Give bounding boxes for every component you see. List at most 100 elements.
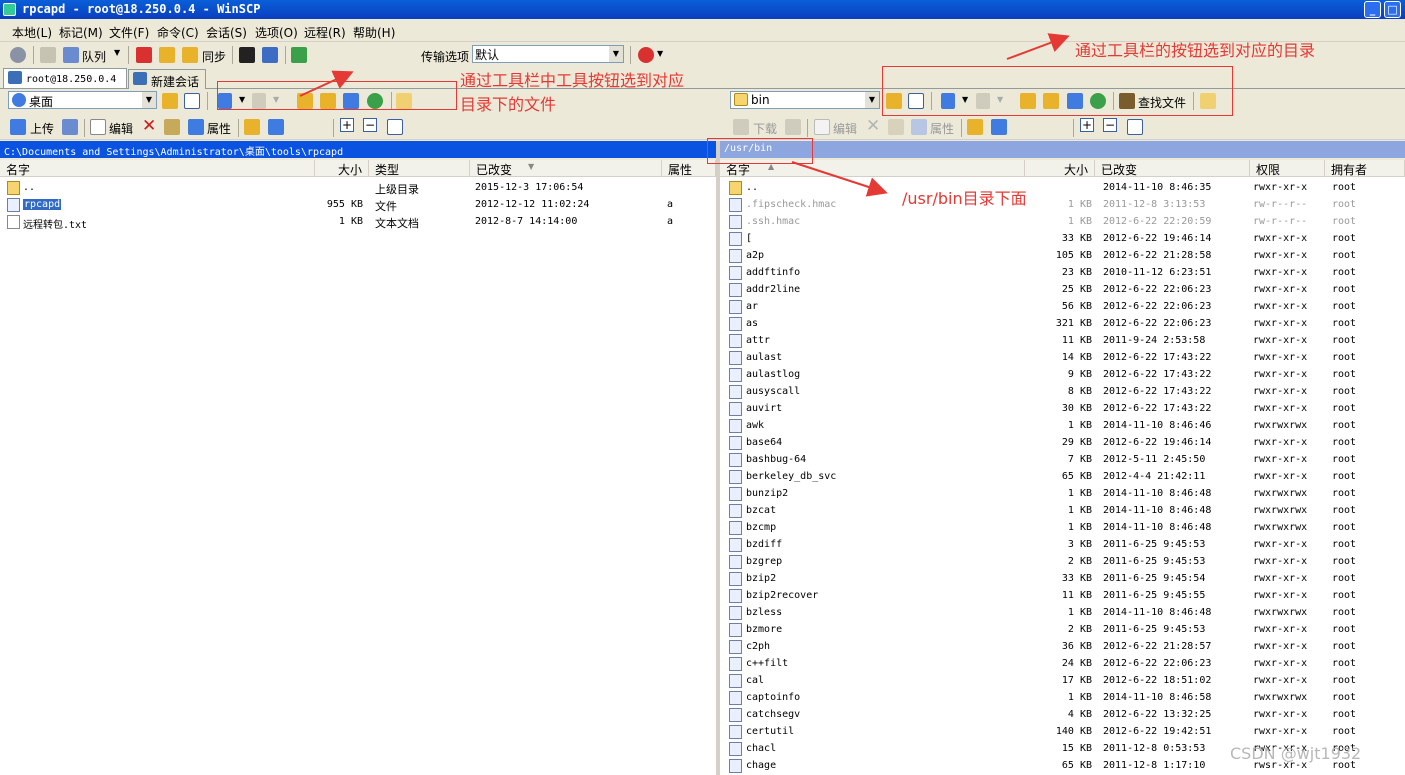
table-row[interactable]: [33 KB 2012-6-22 19:46:14 rwxr-xr-x root xyxy=(720,231,1405,248)
properties-label[interactable]: 属性 xyxy=(207,120,231,137)
table-row[interactable]: auvirt 30 KB 2012-6-22 17:43:22 rwxr-xr-x ro… xyxy=(720,401,1405,418)
edit-icon[interactable] xyxy=(90,119,106,135)
sync-label[interactable]: 同步 xyxy=(202,48,226,65)
select-all-icon[interactable]: + xyxy=(340,118,354,132)
table-row[interactable]: bzdiff 3 KB 2011-6-25 9:45:53 rwxr-xr-x root xyxy=(720,537,1405,554)
table-row[interactable]: bzcmp 1 KB 2014-11-10 8:46:48 rwxrwxrwx root xyxy=(720,520,1405,537)
table-row[interactable]: base64 29 KB 2012-6-22 19:46:14 rwxr-xr-x ro… xyxy=(720,435,1405,452)
maximize-button[interactable]: □ xyxy=(1384,1,1401,18)
table-row[interactable]: catchsegv 4 KB 2012-6-22 13:32:25 rwxr-xr-x… xyxy=(720,707,1405,724)
table-row[interactable]: awk 1 KB 2014-11-10 8:46:46 rwxrwxrwx root xyxy=(720,418,1405,435)
download-queue-icon[interactable] xyxy=(785,119,801,135)
transfer-settings-icon[interactable] xyxy=(638,47,654,63)
col-name[interactable]: 名字 xyxy=(0,160,315,177)
remote-properties-label[interactable]: 属性 xyxy=(930,120,954,137)
table-row[interactable]: addftinfo 23 KB 2010-11-12 6:23:51 rwxr-xr-… xyxy=(720,265,1405,282)
edit-label[interactable]: 编辑 xyxy=(109,120,133,137)
delete-icon[interactable]: ✕ xyxy=(142,116,156,136)
table-row[interactable]: c++filt 24 KB 2012-6-22 22:06:23 rwxr-xr-x r… xyxy=(720,656,1405,673)
table-row[interactable]: a2p 105 KB 2012-6-22 21:28:58 rwxr-xr-x root xyxy=(720,248,1405,265)
table-row[interactable]: bashbug-64 7 KB 2012-5-11 2:45:50 rwxr-xr-x… xyxy=(720,452,1405,469)
terminal-icon[interactable] xyxy=(239,47,255,63)
filter-icon[interactable] xyxy=(184,93,200,109)
minimize-button[interactable]: _ xyxy=(1364,1,1381,18)
upload-label[interactable]: 上传 xyxy=(30,120,54,137)
table-row[interactable]: addr2line 25 KB 2012-6-22 22:06:23 rwxr-xr-… xyxy=(720,282,1405,299)
table-row[interactable]: aulast 14 KB 2012-6-22 17:43:22 rwxr-xr-x ro… xyxy=(720,350,1405,367)
table-row[interactable]: bzless 1 KB 2014-11-10 8:46:48 rwxrwxrwx roo… xyxy=(720,605,1405,622)
new-file-icon[interactable] xyxy=(268,119,284,135)
col-type[interactable]: 类型 xyxy=(369,160,470,177)
col-size[interactable]: 大小 xyxy=(315,160,369,177)
table-row[interactable]: cal 17 KB 2012-6-22 18:51:02 rwxr-xr-x root xyxy=(720,673,1405,690)
new-file-icon[interactable] xyxy=(991,119,1007,135)
table-row[interactable]: 远程转包.txt 1 KB 文本文档 2012-8-7 14:14:00 a xyxy=(0,214,716,231)
menu-file[interactable]: 文件(F) xyxy=(109,24,149,41)
col-changed[interactable]: 已改变 xyxy=(1095,160,1250,177)
menu-session[interactable]: 会话(S) xyxy=(206,24,247,41)
table-row[interactable]: .. 2014-11-10 8:46:35 rwxr-xr-x root xyxy=(720,180,1405,197)
local-path-bar[interactable]: C:\Documents and Settings\Administrator\… xyxy=(0,141,716,158)
download-label[interactable]: 下载 xyxy=(753,120,777,137)
table-row[interactable]: rpcapd 955 KB 文件 2012-12-12 11:02:24 a xyxy=(0,197,716,214)
delete-icon[interactable]: ✕ xyxy=(866,116,880,136)
table-row[interactable]: ar 56 KB 2012-6-22 22:06:23 rwxr-xr-x root xyxy=(720,299,1405,316)
upload-icon[interactable] xyxy=(10,119,26,135)
new-folder-icon[interactable] xyxy=(244,119,260,135)
properties-icon[interactable] xyxy=(188,119,204,135)
transfer-options-select[interactable]: 默认 ▼ xyxy=(472,45,624,63)
local-file-list[interactable]: 名字 大小 类型 已改变 ▼ 属性 .. 上级目录 2015-12-3 17:06:… xyxy=(0,160,716,775)
table-row[interactable]: .fipscheck.hmac 1 KB 2011-12-8 3:13:53 rw-r… xyxy=(720,197,1405,214)
menu-commands[interactable]: 命令(C) xyxy=(157,24,199,41)
table-row[interactable]: captoinfo 1 KB 2014-11-10 8:46:58 rwxrwxrwx… xyxy=(720,690,1405,707)
table-row[interactable]: ausyscall 8 KB 2012-6-22 17:43:22 rwxr-xr-x… xyxy=(720,384,1405,401)
transfer-settings-dropdown-icon[interactable]: ▼ xyxy=(657,49,663,58)
menu-mark[interactable]: 标记(M) xyxy=(59,24,103,41)
select-all-icon[interactable]: + xyxy=(1080,118,1094,132)
table-row[interactable]: bunzip2 1 KB 2014-11-10 8:46:48 rwxrwxrwx ro… xyxy=(720,486,1405,503)
menu-help[interactable]: 帮助(H) xyxy=(353,24,395,41)
refresh-session-icon[interactable] xyxy=(291,47,307,63)
queue-dropdown-icon[interactable]: ▼ xyxy=(114,48,120,57)
rename-icon[interactable] xyxy=(164,119,180,135)
upload-queue-icon[interactable] xyxy=(62,119,78,135)
remote-file-list[interactable]: 名字 ▲ 大小 已改变 权限 拥有者 .. 2014-11-10 8:46:35 r… xyxy=(720,160,1405,775)
col-changed[interactable]: 已改变 xyxy=(470,160,662,177)
queue-icon[interactable] xyxy=(63,47,79,63)
filter-select-icon[interactable] xyxy=(1127,119,1143,135)
queue-label[interactable]: 队列 xyxy=(82,48,106,65)
table-row[interactable]: .ssh.hmac 1 KB 2012-6-22 22:20:59 rw-r--r--… xyxy=(720,214,1405,231)
table-row[interactable]: bzgrep 2 KB 2011-6-25 9:45:53 rwxr-xr-x root xyxy=(720,554,1405,571)
table-row[interactable]: bzmore 2 KB 2011-6-25 9:45:53 rwxr-xr-x root xyxy=(720,622,1405,639)
properties-icon[interactable] xyxy=(911,119,927,135)
synchronize-icon[interactable] xyxy=(182,47,198,63)
table-row[interactable]: bzcat 1 KB 2014-11-10 8:46:48 rwxrwxrwx root xyxy=(720,503,1405,520)
new-folder-icon[interactable] xyxy=(967,119,983,135)
filter-select-icon[interactable] xyxy=(387,119,403,135)
remote-edit-label[interactable]: 编辑 xyxy=(833,120,857,137)
table-row[interactable]: as 321 KB 2012-6-22 22:06:23 rwxr-xr-x root xyxy=(720,316,1405,333)
tab-session-active[interactable]: root@18.250.0.4 xyxy=(3,68,127,88)
table-row[interactable]: aulastlog 9 KB 2012-6-22 17:43:22 rwxr-xr-x… xyxy=(720,367,1405,384)
rename-icon[interactable] xyxy=(888,119,904,135)
table-row[interactable]: c2ph 36 KB 2012-6-22 21:28:57 rwxr-xr-x root xyxy=(720,639,1405,656)
col-size[interactable]: 大小 xyxy=(1025,160,1095,177)
download-icon[interactable] xyxy=(733,119,749,135)
unselect-icon[interactable]: − xyxy=(1103,118,1117,132)
table-row[interactable]: attr 11 KB 2011-9-24 2:53:58 rwxr-xr-x root xyxy=(720,333,1405,350)
edit-icon[interactable] xyxy=(814,119,830,135)
table-row[interactable]: .. 上级目录 2015-12-3 17:06:54 xyxy=(0,180,716,197)
local-location-select[interactable]: 桌面 ▼ xyxy=(8,91,157,109)
remote-location-select[interactable]: bin ▼ xyxy=(730,91,880,109)
table-row[interactable]: bzip2 33 KB 2011-6-25 9:45:54 rwxr-xr-x root xyxy=(720,571,1405,588)
table-row[interactable]: certutil 140 KB 2012-6-22 19:42:51 rwxr-xr-… xyxy=(720,724,1405,741)
menu-local[interactable]: 本地(L) xyxy=(12,24,52,41)
tab-new-session[interactable]: 新建会话 xyxy=(128,69,206,89)
col-rights[interactable]: 权限 xyxy=(1250,160,1325,177)
menu-options[interactable]: 选项(O) xyxy=(255,24,298,41)
open-folder-icon[interactable] xyxy=(162,93,178,109)
menu-remote[interactable]: 远程(R) xyxy=(304,24,346,41)
sync-browse-icon[interactable] xyxy=(159,47,175,63)
table-row[interactable]: bzip2recover 11 KB 2011-6-25 9:45:55 rwxr-x… xyxy=(720,588,1405,605)
remote-path-bar[interactable]: /usr/bin xyxy=(720,141,1405,158)
